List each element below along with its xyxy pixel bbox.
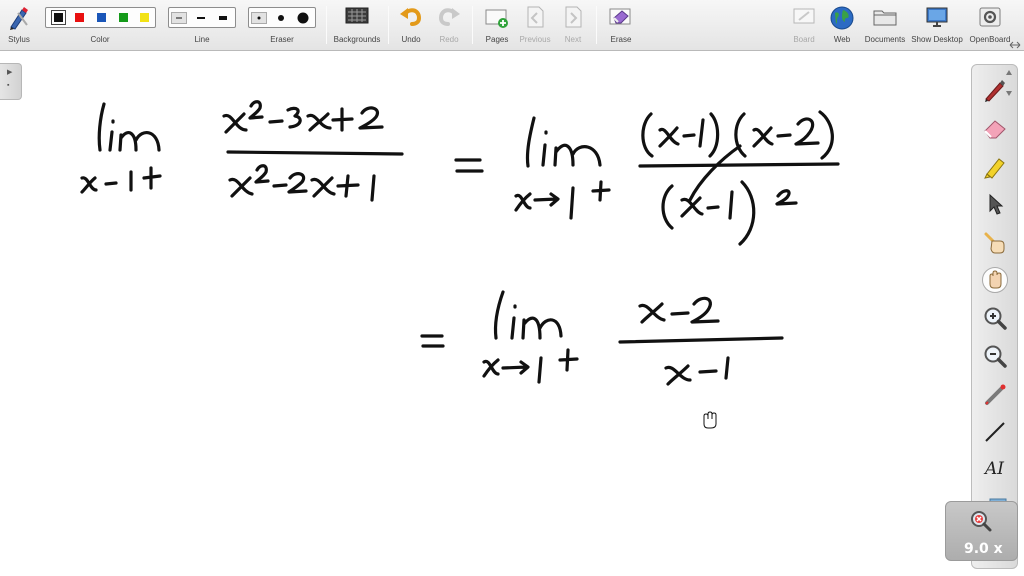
toolbar-collapse-icon[interactable] bbox=[1008, 40, 1022, 50]
laser-pointer-icon bbox=[985, 384, 1006, 405]
eraser-tool-button[interactable] bbox=[980, 113, 1010, 143]
board-button[interactable]: Board bbox=[788, 0, 820, 51]
line-width-thick[interactable] bbox=[215, 12, 231, 24]
stylus-label: Stylus bbox=[8, 35, 30, 44]
eraser-size-small[interactable] bbox=[251, 12, 267, 24]
top-toolbar: Stylus Color Line Eraser Backgrounds Und… bbox=[0, 0, 1024, 51]
marker-tool-button[interactable] bbox=[980, 151, 1010, 181]
next-button[interactable]: Next bbox=[558, 0, 588, 51]
next-page-icon bbox=[565, 6, 582, 28]
documents-button[interactable]: Documents bbox=[862, 0, 908, 51]
zoom-out-button[interactable] bbox=[980, 341, 1010, 371]
color-label: Color bbox=[90, 35, 110, 44]
hand-cursor-icon bbox=[703, 411, 717, 429]
color-palette bbox=[45, 7, 156, 28]
color-swatch-red[interactable] bbox=[75, 13, 84, 22]
erase-page-icon bbox=[609, 8, 631, 25]
tools-palette: AI bbox=[971, 64, 1018, 569]
eraser-size-selector bbox=[248, 7, 316, 28]
text-tool-icon: AI bbox=[985, 459, 1004, 479]
openboard-menu-button[interactable]: OpenBoard bbox=[966, 0, 1014, 51]
marker-tool-icon bbox=[984, 158, 1005, 179]
previous-button[interactable]: Previous bbox=[516, 0, 554, 51]
selector-tool-button[interactable] bbox=[980, 189, 1010, 219]
toolbar-separator bbox=[596, 6, 597, 44]
openboard-label: OpenBoard bbox=[969, 35, 1011, 44]
line-width-selector bbox=[168, 7, 236, 28]
undo-button[interactable]: Undo bbox=[396, 0, 426, 51]
undo-icon bbox=[400, 8, 422, 26]
handwritten-limit-expression-1 bbox=[80, 100, 404, 202]
line-label: Line bbox=[194, 35, 210, 44]
eraser-label: Eraser bbox=[270, 35, 294, 44]
web-label: Web bbox=[833, 35, 851, 44]
eraser-size-large[interactable] bbox=[295, 12, 311, 24]
previous-page-icon bbox=[527, 6, 544, 28]
color-swatch-green[interactable] bbox=[119, 13, 128, 22]
redo-icon bbox=[438, 8, 460, 26]
zoom-level-text: 9.0 x bbox=[964, 541, 1003, 557]
palette-grip-icon[interactable] bbox=[1003, 67, 1015, 99]
stylus-icon bbox=[10, 7, 28, 30]
eraser-size-group: Eraser bbox=[248, 0, 316, 51]
toolbar-separator bbox=[388, 6, 389, 44]
zoom-in-button[interactable] bbox=[980, 303, 1010, 333]
globe-icon bbox=[830, 6, 854, 30]
line-tool-button[interactable] bbox=[980, 417, 1010, 447]
eraser-tool-icon bbox=[984, 120, 1006, 139]
toolbar-separator bbox=[472, 6, 473, 44]
show-desktop-button[interactable]: Show Desktop bbox=[910, 0, 964, 51]
add-page-icon bbox=[485, 9, 508, 28]
web-button[interactable]: Web bbox=[827, 0, 857, 51]
interactor-tool-button[interactable] bbox=[980, 227, 1010, 257]
laser-pointer-button[interactable] bbox=[980, 379, 1010, 409]
hand-icon bbox=[982, 267, 1008, 293]
text-tool-button[interactable]: AI bbox=[980, 455, 1010, 485]
color-swatch-blue[interactable] bbox=[97, 13, 106, 22]
zoom-magnifier-icon bbox=[971, 511, 992, 532]
erase-label: Erase bbox=[610, 35, 632, 44]
backgrounds-icon bbox=[345, 7, 369, 24]
documents-label: Documents bbox=[864, 35, 906, 44]
whiteboard-canvas[interactable] bbox=[0, 52, 970, 576]
color-swatch-yellow[interactable] bbox=[140, 13, 149, 22]
show-desktop-label: Show Desktop bbox=[911, 35, 963, 44]
handwritten-limit-expression-3 bbox=[420, 290, 784, 386]
zoom-in-icon bbox=[984, 307, 1007, 330]
handwritten-limit-expression-2 bbox=[514, 110, 840, 246]
line-tool-icon bbox=[985, 422, 1005, 442]
zoom-out-icon bbox=[984, 345, 1007, 368]
folder-icon bbox=[873, 10, 897, 26]
line-width-thin[interactable] bbox=[171, 12, 187, 24]
pages-label: Pages bbox=[485, 35, 509, 44]
line-width-medium[interactable] bbox=[193, 12, 209, 24]
redo-label: Redo bbox=[439, 35, 459, 44]
stylus-button[interactable]: Stylus bbox=[4, 0, 34, 51]
hand-tool-button[interactable] bbox=[980, 265, 1010, 295]
selector-icon bbox=[989, 193, 1004, 215]
backgrounds-button[interactable]: Backgrounds bbox=[332, 0, 382, 51]
color-swatch-black[interactable] bbox=[51, 10, 66, 25]
board-icon bbox=[793, 8, 815, 24]
color-group: Color bbox=[44, 0, 156, 51]
handwritten-equals-sign bbox=[454, 158, 484, 173]
desktop-icon bbox=[926, 7, 948, 27]
next-label: Next bbox=[564, 35, 582, 44]
toolbar-separator bbox=[326, 6, 327, 44]
interactor-icon bbox=[984, 232, 1005, 254]
previous-label: Previous bbox=[519, 35, 551, 44]
line-width-group: Line bbox=[168, 0, 236, 51]
erase-button[interactable]: Erase bbox=[604, 0, 638, 51]
board-label: Board bbox=[793, 35, 815, 44]
settings-gear-icon bbox=[979, 7, 1001, 27]
eraser-size-medium[interactable] bbox=[273, 12, 289, 24]
backgrounds-label: Backgrounds bbox=[333, 35, 381, 44]
undo-label: Undo bbox=[401, 35, 421, 44]
redo-button[interactable]: Redo bbox=[434, 0, 464, 51]
pages-button[interactable]: Pages bbox=[480, 0, 514, 51]
